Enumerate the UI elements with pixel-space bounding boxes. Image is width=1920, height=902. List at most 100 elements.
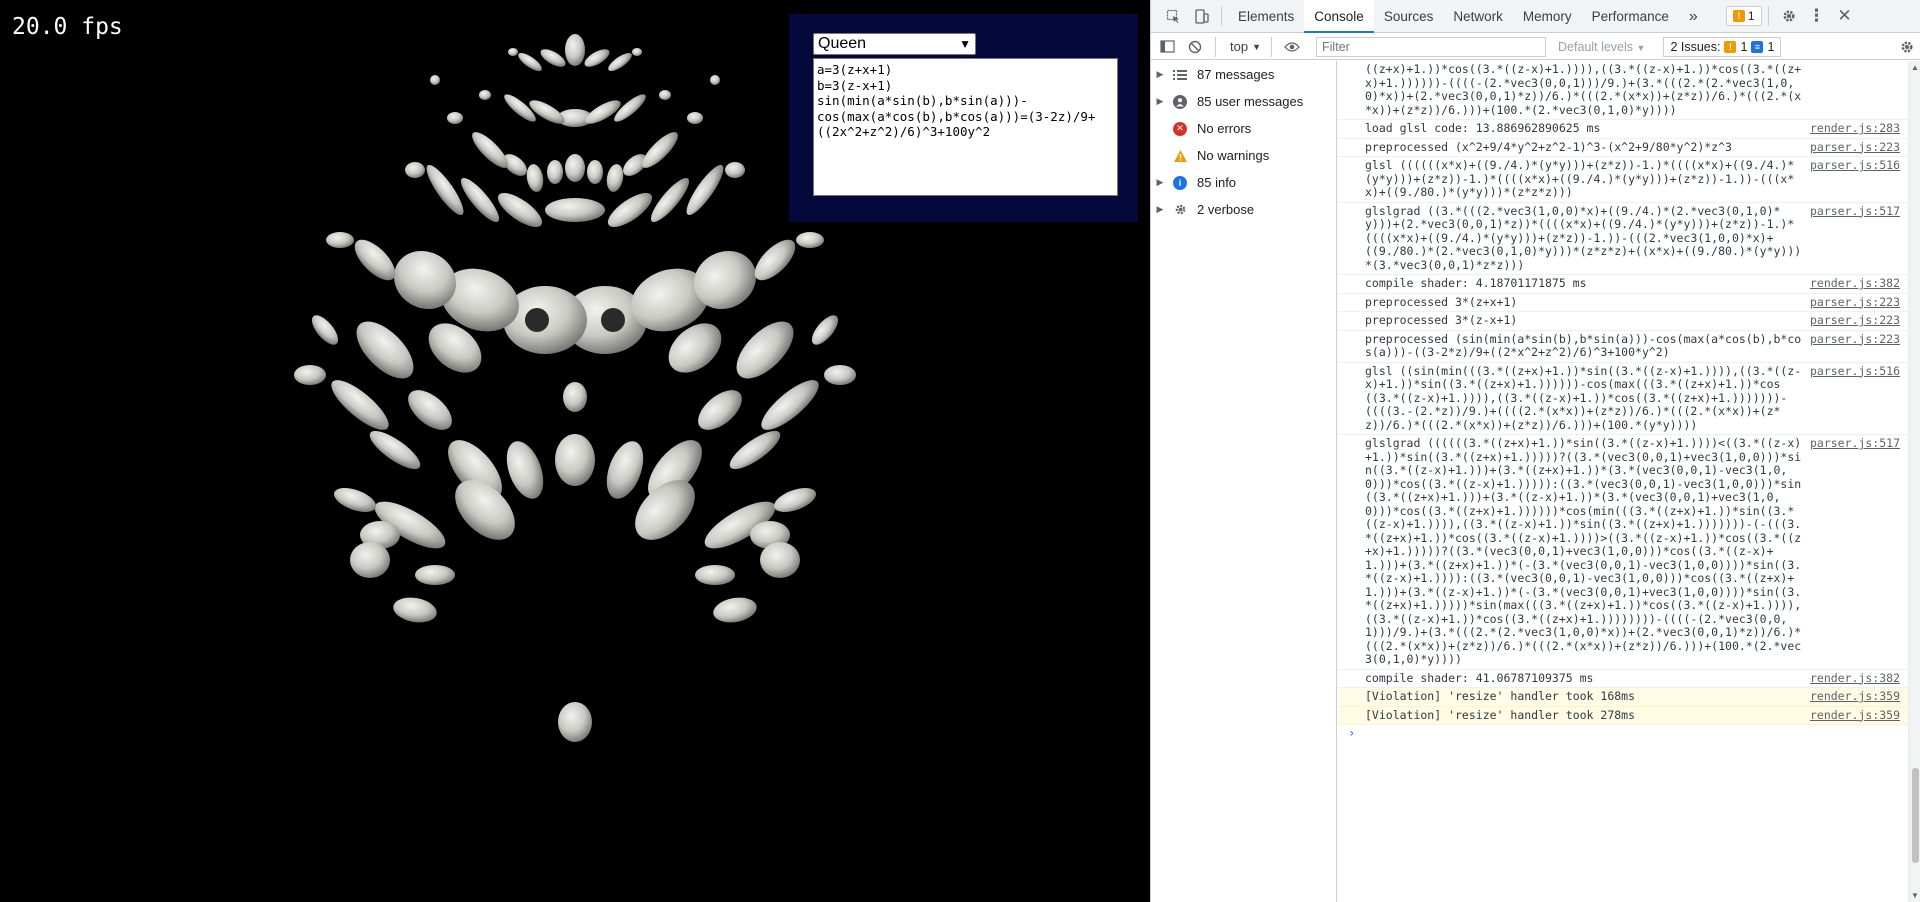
console-violation-message: [Violation] 'resize' handler took 168ms r… <box>1338 688 1908 707</box>
preset-select-value: Queen <box>818 35 867 52</box>
tab-console[interactable]: Console <box>1304 0 1374 33</box>
log-levels-select[interactable]: Default levels ▼ <box>1558 40 1645 54</box>
equation-panel: Queen ▼ a=3(z+x+1) b=3(z-x+1) sin(min(a*… <box>789 14 1138 222</box>
devtools-panel: Elements Console Sources Network Memory Perfo… <box>1150 0 1920 902</box>
surface-blob <box>686 165 724 215</box>
surface-blob <box>472 132 508 168</box>
sidebar-item-user[interactable]: ▶ 85 user messages <box>1151 88 1336 115</box>
toolbar-divider <box>1271 36 1272 57</box>
sidebar-item-info[interactable]: ▶ i 85 info <box>1151 169 1336 196</box>
surface-blob <box>405 162 425 178</box>
source-link[interactable]: parser.js:517 <box>1810 204 1900 219</box>
sidebar-toggle-icon[interactable] <box>1153 30 1181 63</box>
surface-blob <box>311 315 339 345</box>
scroll-up-arrow-icon[interactable]: ▲ <box>1911 63 1919 72</box>
surface-blob <box>725 162 745 178</box>
source-link[interactable]: parser.js:223 <box>1810 332 1900 347</box>
gear-icon[interactable] <box>1775 0 1803 33</box>
source-link[interactable]: parser.js:223 <box>1810 140 1900 155</box>
render-viewport[interactable]: 20.0 fps Queen ▼ a=3(z+x+1) b=3(z-x+1) s… <box>0 0 1150 902</box>
more-tabs-button[interactable]: » <box>1679 0 1708 33</box>
surface-blob <box>713 597 757 623</box>
console-message: glsl ((sin(min(((3.*((z+x)+1.))*sin((3.*… <box>1338 363 1908 435</box>
source-link[interactable]: render.js:283 <box>1810 121 1900 136</box>
surface-blob <box>608 52 632 72</box>
surface-blob <box>607 192 653 228</box>
console-message: preprocessed (x^2+9/4*y^2+z^2-1)^3-(x^2+… <box>1338 139 1908 157</box>
filter-input[interactable] <box>1316 36 1546 57</box>
surface-blob <box>334 487 376 513</box>
surface-blob <box>529 100 565 124</box>
scroll-down-arrow-icon[interactable]: ▼ <box>1911 891 1919 900</box>
tab-network[interactable]: Network <box>1443 0 1513 33</box>
log-levels-label: Default levels <box>1558 39 1634 54</box>
console-message-text: load glsl code: 13.886962890625 ms <box>1365 121 1601 135</box>
caret-down-icon: ▼ <box>1636 42 1646 53</box>
surface-blob <box>587 160 603 184</box>
surface-blob <box>606 164 624 192</box>
source-link[interactable]: parser.js:517 <box>1810 436 1900 451</box>
surface-blob <box>447 112 463 124</box>
expand-triangle-icon[interactable]: ▶ <box>1151 69 1169 80</box>
clear-console-icon[interactable] <box>1181 30 1209 63</box>
surface-hole <box>525 308 549 332</box>
console-message-text: preprocessed 3*(z-x+1) <box>1365 313 1518 327</box>
source-link[interactable]: render.js:359 <box>1809 689 1900 704</box>
source-link[interactable]: parser.js:516 <box>1810 158 1900 173</box>
surface-blob <box>540 49 566 67</box>
sidebar-item-error[interactable]: ✕ No errors <box>1151 115 1336 142</box>
console-message-text: preprocessed (sin(min(a*sin(b),b*sin(a))… <box>1365 331 1802 359</box>
gear-icon[interactable] <box>1893 30 1920 63</box>
expand-triangle-icon[interactable]: ▶ <box>1151 204 1169 215</box>
source-link[interactable]: render.js:359 <box>1809 708 1900 722</box>
device-toolbar-icon[interactable] <box>1187 0 1215 33</box>
expand-triangle-icon[interactable]: ▶ <box>1151 96 1169 107</box>
warning-icon <box>1169 149 1191 163</box>
console-message-text: ((z+x)+1.))*cos((3.*((z-x)+1.)))),((3.*(… <box>1365 62 1802 117</box>
equation-textarea[interactable]: a=3(z+x+1) b=3(z-x+1) sin(min(a*sin(b),b… <box>813 58 1118 196</box>
surface-blob <box>687 112 703 124</box>
console-message: compile shader: 4.18701171875 ms render.j… <box>1338 275 1908 294</box>
console-message: glslgrad ((3.*(((2.*vec3(1,0,0)*x)+((9./… <box>1338 203 1908 275</box>
expand-triangle-icon[interactable]: ▶ <box>1151 177 1169 188</box>
console-message-text: compile shader: 4.18701171875 ms <box>1365 276 1587 290</box>
source-link[interactable]: render.js:382 <box>1810 671 1900 686</box>
sidebar-item-warning[interactable]: No warnings <box>1151 142 1336 169</box>
surface-blob <box>518 52 542 72</box>
surface-blob <box>729 430 781 470</box>
surface-blob <box>698 390 742 430</box>
verbose-icon <box>1169 202 1191 217</box>
context-select[interactable]: top ▼ <box>1226 39 1265 54</box>
sidebar-item-list[interactable]: ▶ 87 messages <box>1151 61 1336 88</box>
inspect-element-icon[interactable] <box>1159 0 1187 33</box>
sidebar-item-label: No warnings <box>1197 148 1270 163</box>
surface-blob <box>563 382 587 412</box>
more-options-icon[interactable]: ⋮ <box>1803 0 1831 33</box>
source-link[interactable]: parser.js:516 <box>1810 364 1900 379</box>
close-icon[interactable]: ✕ <box>1831 0 1859 33</box>
surface-blob <box>415 565 455 585</box>
issues-button[interactable]: 2 Issues: ! 1 ≡ 1 <box>1663 36 1782 57</box>
tab-memory[interactable]: Memory <box>1513 0 1582 33</box>
tab-performance[interactable]: Performance <box>1582 0 1679 33</box>
console-message-text: compile shader: 41.06787109375 ms <box>1365 670 1594 685</box>
console-message: compile shader: 41.06787109375 ms render.… <box>1338 670 1908 688</box>
surface-blob <box>659 90 671 100</box>
surface-blob <box>606 441 644 499</box>
scroll-thumb[interactable] <box>1912 768 1919 863</box>
source-link[interactable]: parser.js:223 <box>1810 295 1900 310</box>
surface-blob <box>760 542 800 578</box>
preset-select[interactable]: Queen ▼ <box>813 33 976 55</box>
tab-elements[interactable]: Elements <box>1228 0 1304 33</box>
surface-blob <box>479 90 491 100</box>
tab-sources[interactable]: Sources <box>1374 0 1444 33</box>
source-link[interactable]: render.js:382 <box>1810 276 1900 291</box>
surface-blob <box>584 49 610 67</box>
console-scrollbar[interactable]: ▲ ▼ <box>1908 61 1920 902</box>
eye-icon[interactable] <box>1278 30 1306 63</box>
source-link[interactable]: parser.js:223 <box>1810 313 1900 328</box>
sidebar-item-verbose[interactable]: ▶ 2 verbose <box>1151 196 1336 223</box>
warning-badge[interactable]: ! 1 <box>1725 6 1762 26</box>
sidebar-item-label: 85 user messages <box>1197 94 1304 109</box>
console-prompt[interactable]: › <box>1338 725 1908 743</box>
